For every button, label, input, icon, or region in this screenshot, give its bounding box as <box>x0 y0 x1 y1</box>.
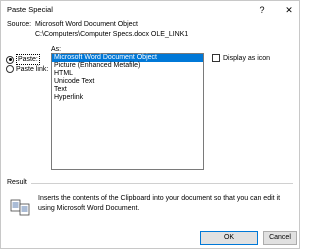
document-result-icon <box>10 199 30 216</box>
list-item[interactable]: Unicode Text <box>52 78 203 86</box>
display-as-icon-label[interactable]: Display as icon <box>223 55 270 62</box>
close-icon[interactable]: ✕ <box>283 4 295 16</box>
title-bar: Paste Special ? ✕ <box>1 1 299 19</box>
as-label: As: <box>51 46 62 53</box>
list-item[interactable]: Hyperlink <box>52 94 203 102</box>
cancel-button[interactable]: Cancel <box>263 231 297 245</box>
list-item[interactable]: Picture (Enhanced Metafile) <box>52 62 203 70</box>
paste-link-radio-label[interactable]: Paste link: <box>16 66 48 73</box>
source-object-name: Microsoft Word Document Object <box>35 21 138 28</box>
list-item[interactable]: Text <box>52 86 203 94</box>
paste-special-dialog: Paste Special ? ✕ Source: Microsoft Word… <box>0 0 300 249</box>
help-icon[interactable]: ? <box>256 4 268 16</box>
result-heading: Result <box>7 179 27 186</box>
paste-radio-label[interactable]: Paste: <box>16 54 40 65</box>
result-divider <box>31 183 293 184</box>
result-description: Inserts the contents of the Clipboard in… <box>38 195 281 212</box>
list-item[interactable]: HTML <box>52 70 203 78</box>
paste-radio[interactable] <box>6 55 14 64</box>
ok-button[interactable]: OK <box>200 231 258 245</box>
paste-link-radio[interactable] <box>6 65 14 73</box>
paste-radio-option[interactable]: Paste: <box>6 54 40 65</box>
source-file-path: C:\Computers\Computer Specs.docx OLE_LIN… <box>35 31 189 38</box>
display-as-icon-option[interactable]: Display as icon <box>212 54 270 62</box>
display-as-icon-checkbox[interactable] <box>212 54 220 62</box>
dialog-title: Paste Special <box>7 5 53 14</box>
format-listbox[interactable]: Microsoft Word Document Object Picture (… <box>51 53 204 170</box>
source-label: Source: <box>7 21 32 28</box>
paste-link-radio-option[interactable]: Paste link: <box>6 65 48 73</box>
list-item[interactable]: Microsoft Word Document Object <box>52 54 203 62</box>
